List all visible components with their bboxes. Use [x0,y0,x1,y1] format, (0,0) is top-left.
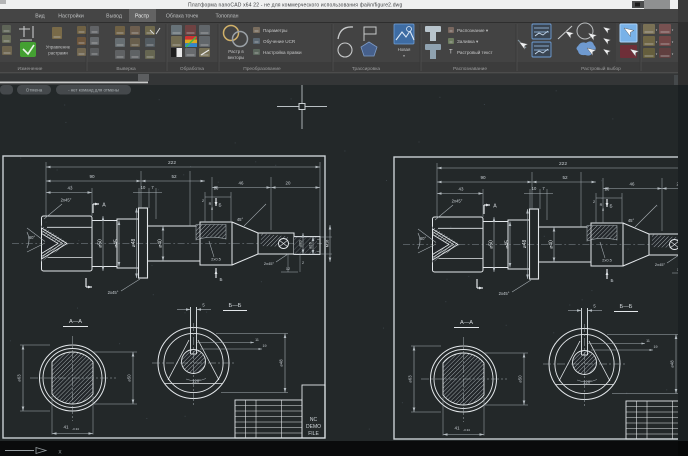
svg-text:Обработка: Обработка [180,66,205,72]
svg-text:Вывод: Вывод [106,14,122,20]
svg-text:Параметры: Параметры [263,28,288,33]
svg-text:Отмена: Отмена [26,88,43,93]
svg-text:Облака точек: Облака точек [166,14,199,20]
svg-text:▾: ▾ [403,54,405,58]
svg-text:Растр: Растр [135,14,149,20]
svg-text:Настройка правки: Настройка правки [263,49,302,55]
svg-text:Преобразование: Преобразование [243,66,281,72]
svg-text:Трассировка: Трассировка [352,66,381,72]
svg-text:Настройки: Настройки [58,13,84,20]
svg-text:Вид: Вид [35,14,44,20]
svg-text:Топоплан: Топоплан [216,14,239,20]
svg-text:Распознание ▾: Распознание ▾ [457,28,489,33]
svg-text:векторы: векторы [228,55,245,60]
svg-text:Выверка: Выверка [116,66,136,72]
svg-text:Платформа nanoCAD x64 22 - не: Платформа nanoCAD x64 22 - не для коммер… [188,1,402,8]
svg-text:Заливка ▾: Заливка ▾ [457,39,479,44]
svg-text:Новая: Новая [398,47,411,52]
svg-text:Распознавание: Распознавание [453,66,487,72]
svg-text:Изменение: Изменение [18,66,43,72]
svg-text:Управление: Управление [46,45,71,50]
svg-text:T: T [449,50,453,56]
svg-text:- нет команд для отмены: - нет команд для отмены [68,88,119,93]
svg-text:Обучение UCR: Обучение UCR [263,39,296,44]
svg-text:Растровый выбор: Растровый выбор [581,65,621,72]
svg-text:растрами: растрами [48,51,68,56]
svg-text:Растровый текст: Растровый текст [457,49,494,55]
svg-text:Растр в: Растр в [228,49,244,54]
